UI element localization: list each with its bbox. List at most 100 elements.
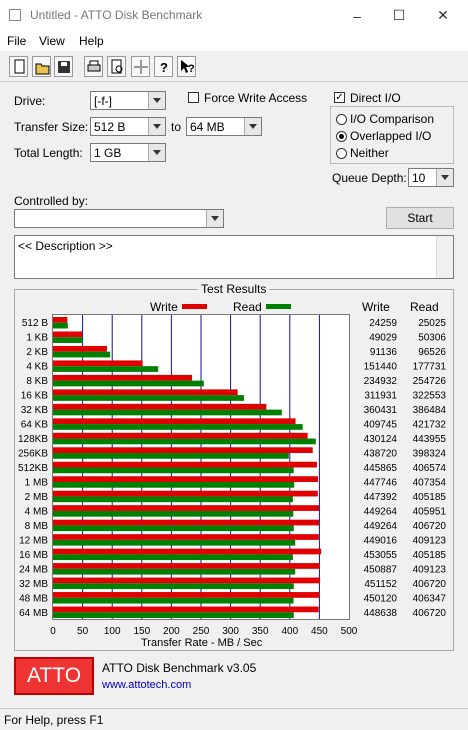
- read-value: 406720: [413, 579, 447, 590]
- read-bar: [53, 510, 294, 517]
- write-bar: [53, 317, 68, 323]
- read-value: 96526: [418, 347, 446, 358]
- write-bar: [53, 548, 322, 555]
- read-bar: [53, 597, 294, 604]
- category-label: 64 KB: [21, 420, 49, 431]
- read-value: 421732: [413, 420, 447, 431]
- read-value: 409123: [413, 535, 447, 546]
- write-bar: [53, 418, 296, 425]
- read-value: 405951: [413, 506, 447, 517]
- write-bar: [53, 432, 308, 439]
- x-tick-label: 250: [193, 626, 210, 637]
- read-bar: [53, 583, 294, 590]
- write-bar: [53, 345, 107, 352]
- write-bar: [53, 331, 83, 338]
- write-bar: [53, 505, 319, 511]
- write-value: 360431: [364, 405, 398, 416]
- write-bar: [53, 403, 267, 410]
- category-label: 24 MB: [19, 564, 48, 575]
- read-value: 406347: [413, 593, 447, 604]
- write-bar: [53, 447, 313, 454]
- write-value: 409745: [364, 420, 398, 431]
- x-tick-label: 350: [252, 626, 269, 637]
- read-value: 254726: [413, 376, 447, 387]
- x-tick-label: 450: [311, 626, 328, 637]
- write-bar: [53, 461, 317, 468]
- category-label: 32 KB: [21, 405, 49, 416]
- atto-logo: ATTO: [14, 657, 94, 695]
- write-bar: [53, 519, 319, 526]
- write-value: 447746: [364, 477, 398, 488]
- write-value: 430124: [364, 434, 398, 445]
- read-value: 25025: [418, 318, 446, 329]
- category-label: 1 KB: [26, 333, 48, 344]
- category-label: 16 KB: [21, 391, 49, 402]
- read-bar: [53, 380, 204, 387]
- read-value: 406720: [413, 608, 447, 619]
- write-value: 450887: [364, 564, 398, 575]
- write-value: 453055: [364, 550, 398, 561]
- category-label: 512KB: [18, 463, 48, 474]
- x-axis-label: Transfer Rate - MB / Sec: [141, 637, 263, 649]
- read-bar: [53, 467, 294, 474]
- category-label: 32 MB: [19, 579, 48, 590]
- read-bar: [53, 525, 294, 532]
- read-bar: [53, 568, 296, 575]
- read-value: 409123: [413, 564, 447, 575]
- product-name: ATTO Disk Benchmark v3.05: [102, 661, 257, 675]
- read-bar: [53, 496, 293, 503]
- write-bar: [53, 490, 318, 497]
- category-label: 2 MB: [25, 492, 49, 503]
- transfer-rate-chart: 0 50 100 150 200 250 300 350 400 450 500 512 B 24259…: [18, 315, 447, 637]
- write-bar: [53, 389, 238, 396]
- category-label: 512 B: [22, 318, 48, 329]
- write-value: 234932: [364, 376, 398, 387]
- read-value: 405185: [413, 550, 447, 561]
- x-tick-label: 200: [163, 626, 180, 637]
- x-tick-label: 150: [133, 626, 150, 637]
- x-tick-label: 50: [77, 626, 89, 637]
- write-value: 449016: [364, 535, 398, 546]
- read-value: 406720: [413, 521, 447, 532]
- write-value: 311931: [364, 391, 397, 402]
- write-bar: [53, 606, 319, 613]
- read-value: 322553: [413, 391, 447, 402]
- write-value: 151440: [364, 362, 398, 373]
- website-link[interactable]: www.attotech.com: [102, 679, 191, 691]
- category-label: 4 KB: [26, 362, 48, 373]
- write-bar: [53, 476, 319, 482]
- x-tick-label: 400: [281, 626, 298, 637]
- read-value: 405185: [413, 492, 447, 503]
- read-bar: [53, 322, 68, 329]
- category-label: 4 MB: [25, 506, 49, 517]
- read-bar: [53, 453, 289, 459]
- write-value: 449264: [364, 506, 398, 517]
- read-value: 177731: [413, 362, 447, 373]
- category-label: 64 MB: [19, 608, 48, 619]
- write-value: 447392: [364, 492, 398, 503]
- read-value: 406574: [413, 463, 447, 474]
- x-tick-label: 0: [50, 626, 56, 637]
- read-value: 386484: [413, 405, 447, 416]
- category-label: 8 KB: [26, 376, 48, 387]
- read-value: 443955: [413, 434, 447, 445]
- category-label: 8 MB: [25, 521, 49, 532]
- write-value: 449264: [364, 521, 398, 532]
- read-bar: [53, 554, 293, 561]
- write-value: 450120: [364, 593, 398, 604]
- category-label: 16 MB: [19, 550, 48, 561]
- read-bar: [53, 409, 282, 416]
- read-bar: [53, 481, 295, 488]
- write-bar: [53, 592, 320, 598]
- category-label: 1 MB: [25, 477, 49, 488]
- category-label: 128KB: [18, 434, 48, 445]
- write-bar: [53, 577, 321, 584]
- read-bar: [53, 366, 159, 372]
- category-label: 2 KB: [26, 347, 48, 358]
- write-bar: [53, 563, 320, 569]
- x-tick-label: 500: [341, 626, 358, 637]
- read-bar: [53, 351, 111, 358]
- read-value: 398324: [413, 449, 447, 460]
- write-value: 451152: [364, 579, 397, 590]
- read-value: 50306: [418, 333, 446, 344]
